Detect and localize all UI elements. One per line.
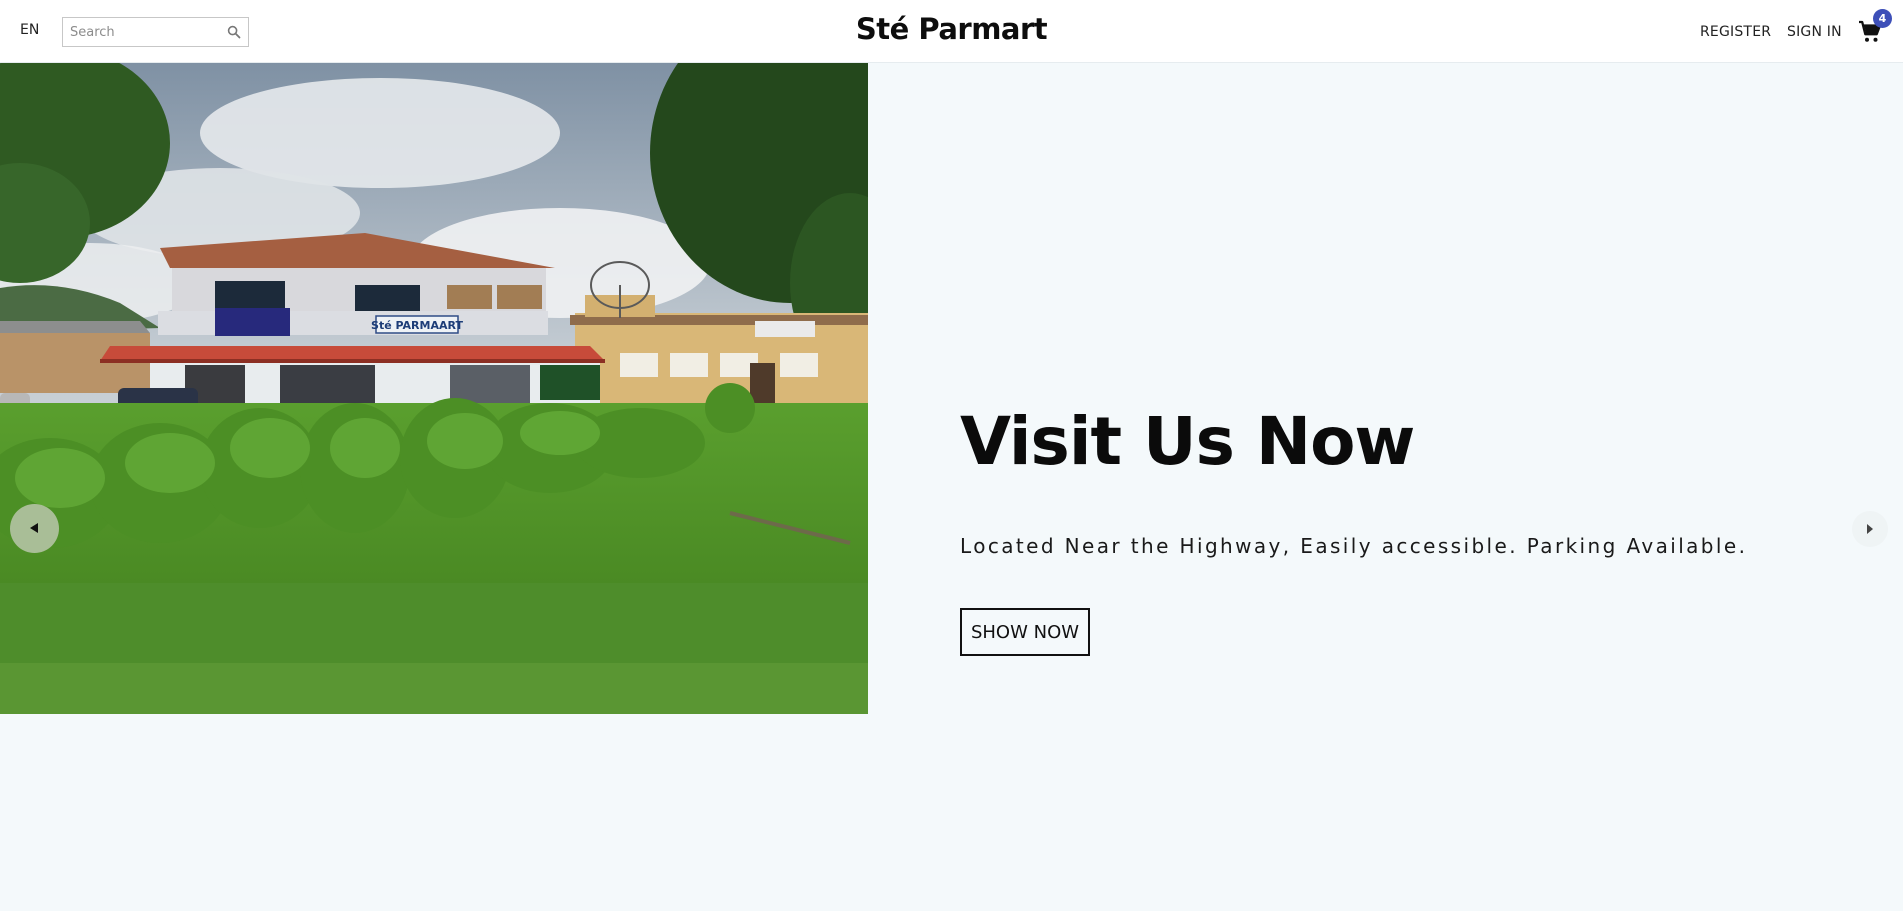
site-header: EN Sté Parmart REGISTER SIGN IN 4 (0, 0, 1903, 63)
slider-prev-button[interactable] (10, 504, 59, 553)
chevron-left-icon (30, 523, 38, 533)
brand-logo-text[interactable]: Sté Parmart (856, 12, 1048, 46)
language-selector[interactable]: EN (20, 22, 39, 38)
storefront-sign-text: Sté PARMAART (371, 319, 463, 332)
chevron-right-icon (1867, 524, 1873, 534)
slider-next-button[interactable] (1852, 511, 1888, 547)
register-link[interactable]: REGISTER (1700, 24, 1771, 40)
search-input[interactable] (63, 18, 223, 46)
search-icon[interactable] (227, 25, 241, 39)
show-now-button[interactable]: SHOW NOW (960, 608, 1090, 656)
hero-subtitle: Located Near the Highway, Easily accessi… (960, 534, 1748, 558)
brand-wrapper: Sté Parmart (0, 12, 1903, 46)
sign-in-link[interactable]: SIGN IN (1787, 24, 1842, 40)
cart-count-badge: 4 (1873, 9, 1892, 28)
hero-title: Visit Us Now (960, 403, 1415, 480)
hero-storefront-image: Sté PARMAART (0, 63, 868, 714)
search-box (62, 17, 249, 47)
